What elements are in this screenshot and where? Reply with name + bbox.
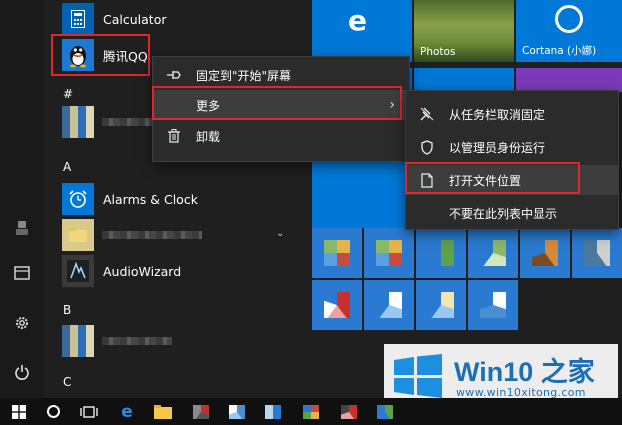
tile-small-10[interactable] — [468, 280, 518, 330]
obscured-app-icon-2 — [62, 325, 94, 357]
blank-icon-2 — [416, 204, 438, 222]
tile-purple[interactable] — [516, 68, 622, 92]
app-item-alarms[interactable]: Alarms & Clock — [62, 181, 292, 217]
chevron-down-icon[interactable]: ⌄ — [276, 228, 284, 239]
tile-small-3[interactable] — [416, 228, 466, 278]
obscured-folder-label — [102, 231, 202, 239]
tile-small-1[interactable] — [312, 228, 362, 278]
folder-icon — [62, 219, 94, 251]
cortana-ring-icon — [555, 5, 583, 33]
power-icon[interactable] — [12, 362, 32, 382]
tile-small-6[interactable] — [572, 228, 622, 278]
tile-cortana-label: Cortana (小娜) — [522, 45, 597, 57]
app-label-audiowizard: AudioWizard — [103, 263, 182, 279]
menu-label-unpin-taskbar: 从任务栏取消固定 — [449, 107, 546, 122]
watermark-brand: Win10 之家 — [454, 357, 595, 387]
menu-label-pin-start: 固定到"开始"屏幕 — [196, 68, 292, 83]
tile-blue-2[interactable] — [414, 68, 514, 92]
windows-logo-icon — [394, 354, 442, 398]
more-highlight-box — [152, 86, 402, 120]
audiowizard-icon — [62, 255, 94, 287]
unpin-icon — [416, 105, 438, 123]
tile-small-9[interactable] — [416, 280, 466, 330]
alarm-clock-icon — [62, 183, 94, 215]
menu-label-run-admin: 以管理员身份运行 — [449, 140, 546, 155]
taskbar-app-1[interactable] — [186, 400, 216, 423]
menu-label-uninstall: 卸载 — [196, 129, 221, 144]
app-item-obscured-3[interactable] — [62, 323, 292, 359]
shield-icon — [416, 138, 438, 156]
documents-icon[interactable] — [12, 263, 32, 283]
app-item-calculator[interactable]: Calculator — [62, 1, 292, 37]
start-left-rail — [0, 0, 44, 398]
tile-small-8[interactable] — [364, 280, 414, 330]
tile-cortana[interactable]: Cortana (小娜) — [516, 0, 622, 62]
group-letter-c[interactable]: C — [63, 375, 71, 389]
menu-item-run-admin[interactable]: 以管理员身份运行 — [406, 132, 618, 162]
group-letter-a[interactable]: A — [63, 160, 71, 174]
taskbar-app-6[interactable] — [370, 400, 400, 423]
taskbar: e — [0, 398, 622, 425]
obscured-app-label-2 — [102, 337, 172, 345]
trash-icon — [163, 127, 185, 145]
app-label-alarms: Alarms & Clock — [103, 191, 198, 207]
app-item-audiowizard[interactable]: AudioWizard — [62, 253, 292, 289]
app-item-obscured-2[interactable] — [62, 217, 292, 253]
windows-start-icon — [12, 404, 26, 419]
menu-label-hide-list: 不要在此列表中显示 — [449, 206, 558, 221]
menu-item-unpin-taskbar[interactable]: 从任务栏取消固定 — [406, 99, 618, 129]
start-button[interactable] — [4, 400, 34, 423]
taskbar-edge-icon[interactable]: e — [112, 400, 142, 423]
tile-small-4[interactable] — [468, 228, 518, 278]
edge-e-icon: e — [348, 4, 367, 37]
taskbar-app-4[interactable] — [296, 400, 326, 423]
tile-edge[interactable]: e — [312, 0, 412, 62]
tile-small-2[interactable] — [364, 228, 414, 278]
menu-item-uninstall[interactable]: 卸载 — [153, 121, 409, 151]
user-avatar-icon[interactable] — [12, 218, 32, 238]
task-view-icon — [80, 405, 98, 418]
group-letter-hash[interactable]: # — [63, 87, 73, 101]
tile-small-7[interactable] — [312, 280, 362, 330]
pin-icon — [163, 66, 185, 84]
search-circle-icon — [46, 405, 60, 418]
settings-gear-icon[interactable] — [12, 313, 32, 333]
app-label-calculator: Calculator — [103, 11, 167, 27]
start-menu-screen: Calculator 腾讯QQ # A Alarms & Clock ⌄ Aud… — [0, 0, 622, 425]
obscured-app-icon — [62, 106, 94, 138]
taskbar-app-2[interactable] — [222, 400, 252, 423]
taskbar-app-3[interactable] — [258, 400, 288, 423]
search-button[interactable] — [38, 400, 68, 423]
group-letter-b[interactable]: B — [63, 303, 71, 317]
tile-photos[interactable]: Photos — [414, 0, 514, 62]
menu-item-hide-list[interactable]: 不要在此列表中显示 — [406, 198, 618, 228]
sub-menu: 从任务栏取消固定 以管理员身份运行 打开文件位置 不要在此列表中显示 — [405, 90, 619, 230]
tile-photos-label: Photos — [420, 46, 456, 58]
tile-small-5[interactable] — [520, 228, 570, 278]
qq-highlight-box — [51, 34, 150, 76]
taskbar-app-5[interactable] — [334, 400, 364, 423]
open-location-highlight-box — [405, 162, 580, 194]
taskbar-explorer-icon[interactable] — [148, 400, 178, 423]
calculator-icon — [62, 3, 94, 35]
task-view-button[interactable] — [74, 400, 104, 423]
